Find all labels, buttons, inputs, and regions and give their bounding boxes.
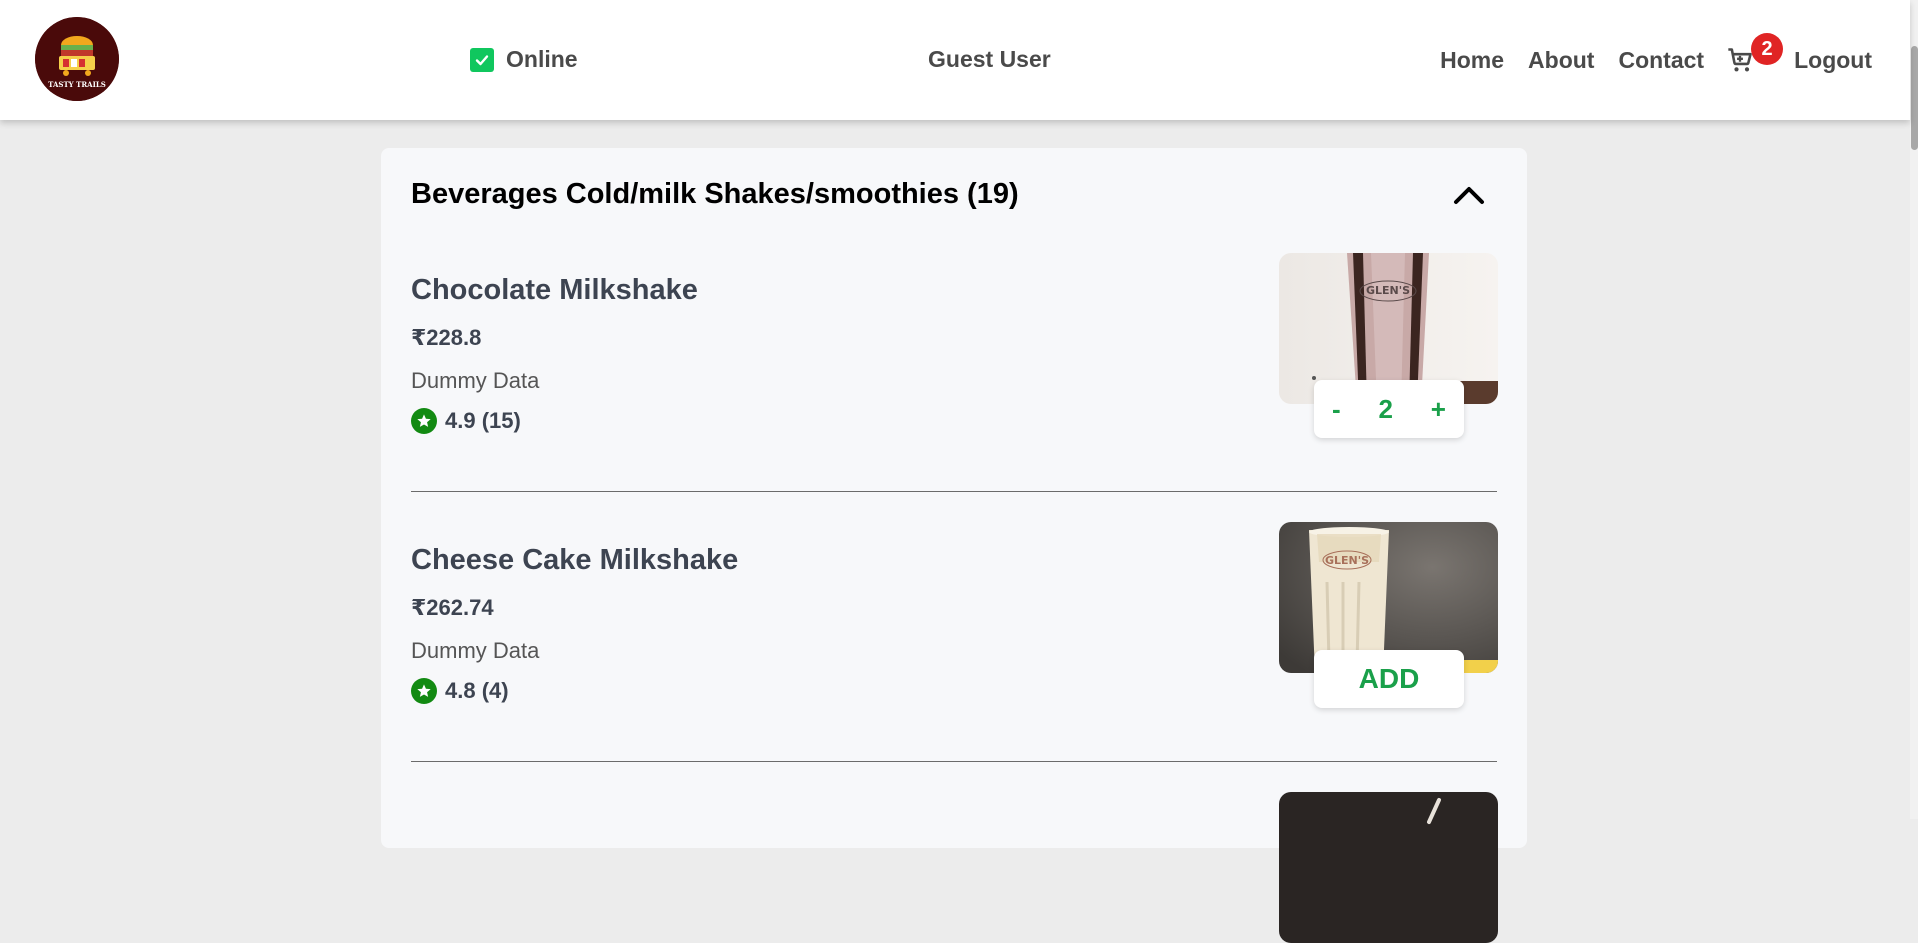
- logout-link[interactable]: Logout: [1794, 47, 1872, 74]
- star-icon: [411, 678, 437, 704]
- user-name: Guest User: [928, 46, 1051, 72]
- category-title[interactable]: Beverages Cold/milk Shakes/smoothies (19…: [411, 178, 1019, 211]
- cart-button[interactable]: 2: [1726, 33, 1784, 74]
- page-scrollbar[interactable]: [1910, 0, 1918, 819]
- glens-brand-text: GLEN'S: [1325, 554, 1369, 567]
- chevron-up-icon: [1454, 187, 1484, 204]
- item-divider: [411, 491, 1497, 492]
- online-status[interactable]: Online: [470, 46, 578, 73]
- nav-links: Home About Contact 2 Logout: [1440, 33, 1872, 74]
- quantity-stepper[interactable]: - 2 +: [1314, 380, 1464, 438]
- nav-contact-link[interactable]: Contact: [1618, 47, 1704, 74]
- cart-icon: [1728, 48, 1752, 72]
- online-checkbox[interactable]: [470, 47, 494, 72]
- checkmark-icon: [475, 54, 489, 65]
- online-label: Online: [506, 46, 578, 72]
- menu-category-panel: Beverages Cold/milk Shakes/smoothies (19…: [381, 148, 1527, 943]
- star-icon: [411, 408, 437, 434]
- increase-quantity-button[interactable]: +: [1431, 394, 1446, 425]
- logo-text: TASTY TRAILS: [48, 80, 106, 89]
- collapse-category-button[interactable]: [1449, 178, 1489, 212]
- scrollbar-thumb[interactable]: [1911, 46, 1918, 150]
- cart-count-badge: 2: [1751, 33, 1784, 65]
- nav-home-link[interactable]: Home: [1440, 47, 1504, 74]
- top-navbar: TASTY TRAILS Online Guest User Home Abou…: [0, 0, 1910, 120]
- item-divider: [411, 761, 1497, 762]
- tasty-trails-logo[interactable]: TASTY TRAILS: [35, 17, 119, 101]
- glens-brand-text: GLEN'S: [1366, 284, 1410, 297]
- quantity-value: 2: [1378, 393, 1393, 424]
- rating-value: 4.9 (15): [445, 408, 521, 433]
- add-to-cart-button[interactable]: ADD: [1314, 650, 1464, 708]
- decrease-quantity-button[interactable]: -: [1332, 394, 1341, 425]
- menu-item-photo: [1279, 792, 1498, 943]
- rating-value: 4.8 (4): [445, 678, 509, 703]
- nav-about-link[interactable]: About: [1528, 47, 1594, 74]
